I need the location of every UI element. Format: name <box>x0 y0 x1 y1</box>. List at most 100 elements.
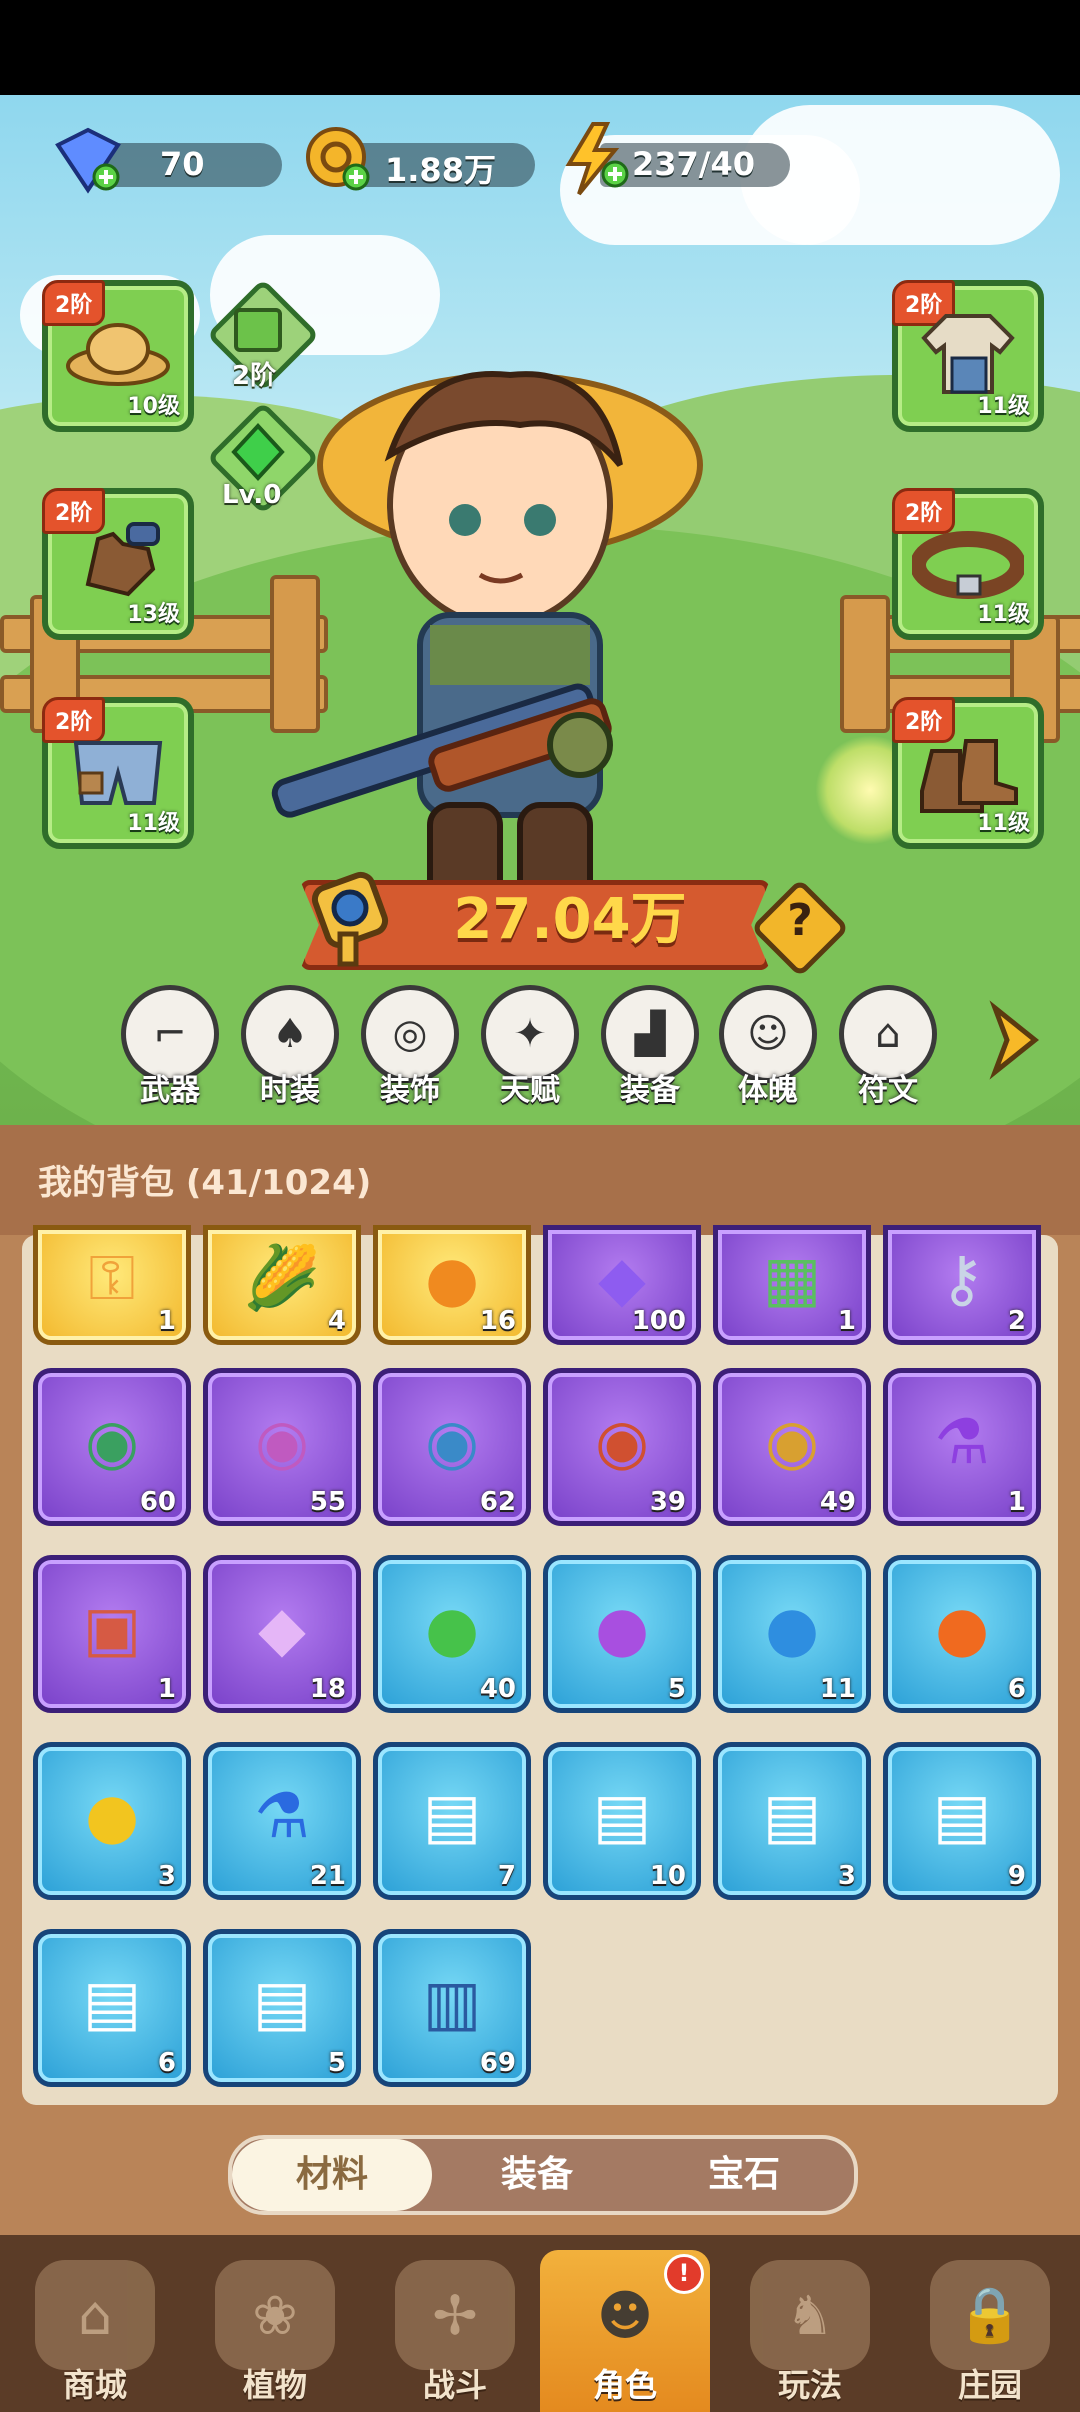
nav-battle[interactable]: ✢ 战斗 <box>370 2250 540 2412</box>
item-count: 5 <box>667 1674 686 1704</box>
next-arrow-icon[interactable] <box>985 1000 1045 1080</box>
gold-coin-icon <box>306 127 370 191</box>
alert-badge: ! <box>664 2254 704 2294</box>
menu-talent[interactable]: ✦ 天赋 <box>480 985 580 1109</box>
menu-rune[interactable]: ⌂ 符文 <box>838 985 938 1109</box>
nav-label: 玩法 <box>777 2366 842 2404</box>
menu-physique[interactable]: ☺ 体魄 <box>718 985 818 1109</box>
inventory-item[interactable]: ◉ 49 <box>713 1368 871 1526</box>
scroll-red-icon: ◉ <box>594 1404 650 1478</box>
item-count: 39 <box>649 1487 686 1517</box>
inventory-item[interactable]: ◆ 18 <box>203 1555 361 1713</box>
item-count: 10 <box>649 1861 686 1891</box>
equip-slot-shirt[interactable]: 2阶 11级 <box>892 280 1044 432</box>
diamond-count: 70 <box>160 145 205 183</box>
item-count: 62 <box>479 1487 516 1517</box>
inventory-item[interactable]: ◉ 55 <box>203 1368 361 1526</box>
nav-manor[interactable]: 🔒 庄园 <box>905 2250 1075 2412</box>
lightning-orb-icon: ● <box>84 1778 140 1852</box>
item-count: 49 <box>819 1487 856 1517</box>
item-count: 60 <box>139 1487 176 1517</box>
nav-label: 植物 <box>242 2366 307 2404</box>
inventory-item[interactable]: ▣ 1 <box>33 1555 191 1713</box>
tab-materials[interactable]: 材料 <box>232 2139 432 2211</box>
tab-equipment[interactable]: 装备 <box>437 2139 637 2211</box>
map-slot-label: 2阶 <box>232 361 277 391</box>
inventory-item[interactable]: ▤ 6 <box>33 1929 191 2087</box>
item-count: 21 <box>309 1861 346 1891</box>
slot-level: 13级 <box>127 602 180 627</box>
inventory-item[interactable]: ▤ 9 <box>883 1742 1041 1900</box>
menu-equipment[interactable]: ▟ 装备 <box>600 985 700 1109</box>
key-icon: ⚿ <box>88 1241 136 1314</box>
silver-key-icon: ⚷ <box>939 1241 985 1315</box>
lightning-icon <box>565 122 629 196</box>
item-count: 40 <box>479 1674 516 1704</box>
menu-label: 体魄 <box>738 1073 798 1108</box>
item-count: 1 <box>157 1674 176 1704</box>
green-gem-icon <box>231 423 285 481</box>
menu-decoration[interactable]: ◎ 装饰 <box>360 985 460 1109</box>
item-count: 9 <box>1007 1861 1026 1891</box>
glove-blueprint-icon: ▤ <box>762 1778 822 1852</box>
inventory-item[interactable]: ● 16 <box>373 1225 531 1345</box>
item-count: 3 <box>157 1861 176 1891</box>
inventory-item[interactable]: ◉ 60 <box>33 1368 191 1526</box>
inventory-item[interactable]: 🌽 4 <box>203 1225 361 1345</box>
item-count: 4 <box>327 1306 346 1336</box>
belt-blueprint-icon: ▤ <box>932 1778 992 1852</box>
item-count: 3 <box>837 1861 856 1891</box>
inventory-item[interactable]: ⚗ 1 <box>883 1368 1041 1526</box>
equip-slot-hat[interactable]: 2阶 10级 <box>42 280 194 432</box>
equip-slot-boots[interactable]: 2阶 11级 <box>892 697 1044 849</box>
gem-slot-label: Lv.0 <box>222 480 282 510</box>
shorts-icon <box>73 741 163 805</box>
shirt-icon <box>921 314 1015 394</box>
nav-character[interactable]: ☻ 角色 ! <box>540 2250 710 2412</box>
item-count: 2 <box>1007 1306 1026 1336</box>
equip-slot-shorts[interactable]: 2阶 11级 <box>42 697 194 849</box>
equip-slot-belt[interactable]: 2阶 11级 <box>892 488 1044 640</box>
inventory-item[interactable]: ⚷ 2 <box>883 1225 1041 1345</box>
inventory-item[interactable]: ⚗ 21 <box>203 1742 361 1900</box>
equip-slot-glove[interactable]: 2阶 13级 <box>42 488 194 640</box>
scroll-yellow-icon: ◉ <box>764 1404 820 1478</box>
tier-badge: 2阶 <box>892 488 956 534</box>
inventory-item[interactable]: ▤ 7 <box>373 1742 531 1900</box>
nav-label: 战斗 <box>422 2366 487 2404</box>
inventory-item[interactable]: ▤ 5 <box>203 1929 361 2087</box>
item-count: 69 <box>479 2048 516 2078</box>
nav-shop[interactable]: ⌂ 商城 <box>10 2250 180 2412</box>
menu-costume[interactable]: ♠ 时装 <box>240 985 340 1109</box>
inventory-item[interactable]: ▤ 3 <box>713 1742 871 1900</box>
nav-label: 商城 <box>62 2366 127 2404</box>
inventory-item[interactable]: ▦ 1 <box>713 1225 871 1345</box>
inventory-item[interactable]: ● 40 <box>373 1555 531 1713</box>
nav-label: 角色 <box>592 2366 657 2404</box>
inventory-item[interactable]: ◉ 62 <box>373 1368 531 1526</box>
scroll-pink-icon: ◉ <box>254 1404 310 1478</box>
bag-tabs: 材料 装备 宝石 <box>228 2135 858 2215</box>
item-count: 100 <box>631 1306 686 1336</box>
inventory-item[interactable]: ◉ 39 <box>543 1368 701 1526</box>
inventory-item[interactable]: ▥ 69 <box>373 1929 531 2087</box>
menu-weapon[interactable]: ⌐ 武器 <box>120 985 220 1109</box>
nav-gameplay[interactable]: ♞ 玩法 <box>725 2250 895 2412</box>
nav-label: 庄园 <box>957 2366 1022 2404</box>
boots-blueprint-icon: ▤ <box>252 1965 312 2039</box>
belt-icon <box>912 531 1024 599</box>
inventory-item[interactable]: ● 5 <box>543 1555 701 1713</box>
tab-gems[interactable]: 宝石 <box>644 2139 844 2211</box>
inventory-item[interactable]: ◆ 100 <box>543 1225 701 1345</box>
plant-icon: ❀ <box>215 2260 335 2370</box>
inventory-item[interactable]: ▤ 10 <box>543 1742 701 1900</box>
menu-label: 装饰 <box>380 1073 440 1108</box>
nav-plants[interactable]: ❀ 植物 <box>190 2250 360 2412</box>
inventory-item[interactable]: ⚿ 1 <box>33 1225 191 1345</box>
inventory-item[interactable]: ● 6 <box>883 1555 1041 1713</box>
purple-potion-icon: ⚗ <box>934 1404 990 1478</box>
slot-level: 11级 <box>127 811 180 836</box>
menu-label: 装备 <box>620 1073 680 1108</box>
inventory-item[interactable]: ● 11 <box>713 1555 871 1713</box>
inventory-item[interactable]: ● 3 <box>33 1742 191 1900</box>
